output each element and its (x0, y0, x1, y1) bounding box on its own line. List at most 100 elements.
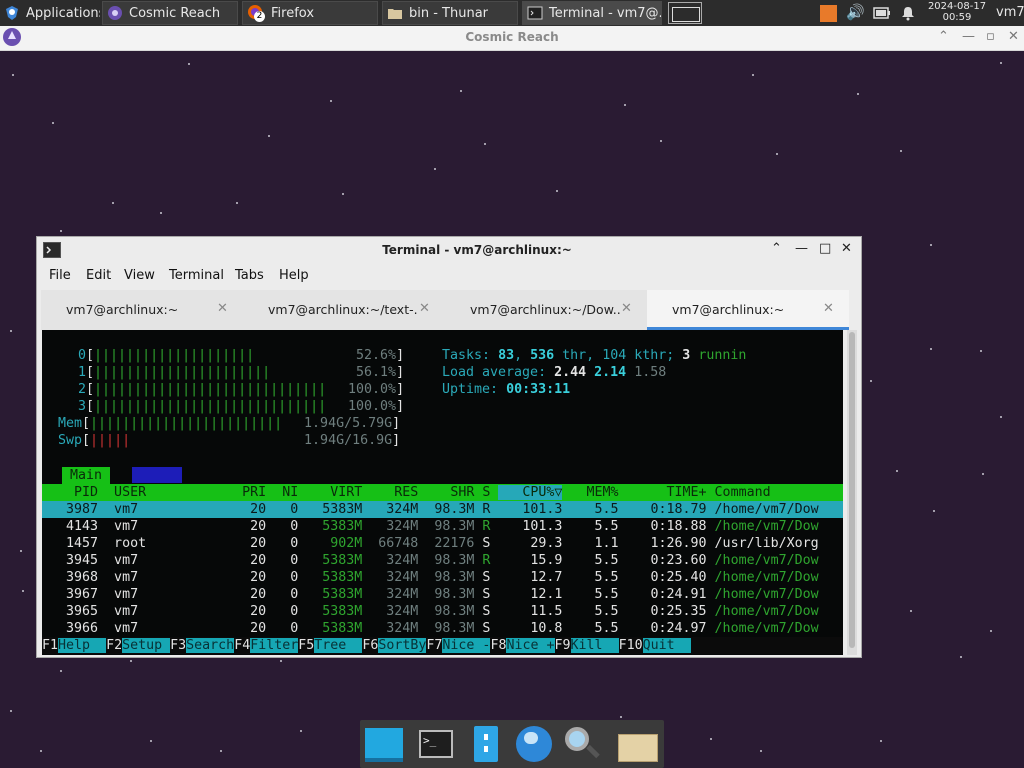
desktop-icon[interactable] (364, 724, 404, 764)
taskbar-item-terminal[interactable]: Terminal - vm7@... (522, 1, 662, 25)
scrollbar-thumb[interactable] (849, 332, 855, 648)
cell-pid: 1457 (42, 536, 99, 551)
cell-pid: 3945 (42, 553, 99, 568)
file-manager-icon[interactable] (466, 724, 506, 764)
taskbar-item-cosmic-reach[interactable]: Cosmic Reach (102, 1, 238, 25)
cpu-meter-2: 2[||||||||||||||||||||||||||||| 100.0%] (78, 382, 405, 397)
fkey-f3-action[interactable]: Search (186, 638, 235, 653)
fkey-f8-action[interactable]: Nice + (506, 638, 555, 653)
process-row[interactable]: 1457 root 20 0 902M 66748 22176 S 29.3 1… (42, 535, 843, 552)
column-header-ni[interactable]: NI (266, 485, 298, 500)
notifications-bell-icon[interactable] (900, 5, 916, 21)
clock[interactable]: 2024-08-17 00:59 (924, 1, 990, 23)
cell-user: root (98, 536, 171, 551)
htop-tab-io[interactable] (132, 467, 182, 483)
column-header-cpu[interactable]: CPU%▽ (498, 485, 563, 500)
process-row[interactable]: 4143 vm7 20 0 5383M 324M 98.3M R 101.3 5… (42, 518, 843, 535)
column-header-s[interactable]: S (474, 485, 498, 500)
maximize-button[interactable]: ▫ (986, 29, 995, 44)
terminal-icon[interactable]: >_ (416, 724, 456, 764)
fkey-f5-action[interactable]: Tree (314, 638, 363, 653)
cell-cpu: 10.8 (498, 621, 563, 636)
menu-help[interactable]: Help (279, 268, 309, 283)
tab-1[interactable]: vm7@archlinux:~ ✕ (41, 290, 243, 330)
minimize-button[interactable]: — (962, 29, 975, 44)
column-header-mem[interactable]: MEM% (562, 485, 618, 500)
taskbar-label: Terminal - vm7@... (549, 5, 662, 21)
cosmic-reach-titlebar[interactable]: Cosmic Reach ⌃ — ▫ ✕ (0, 26, 1024, 51)
terminal-scrollbar[interactable] (847, 330, 857, 655)
terminal-titlebar[interactable]: Terminal - vm7@archlinux:~ ⌃ — □ ✕ (37, 237, 861, 264)
close-button[interactable]: ✕ (841, 241, 852, 256)
column-header-virt[interactable]: VIRT (298, 485, 362, 500)
close-button[interactable]: ✕ (1008, 29, 1019, 44)
cell-user: vm7 (98, 502, 171, 517)
process-table-header[interactable]: PID USER PRI NI VIRT RES SHR S CPU%▽ MEM… (42, 484, 843, 501)
cosmic-reach-tray-icon[interactable] (820, 5, 837, 22)
cell-s: S (474, 570, 499, 585)
process-row[interactable]: 3945 vm7 20 0 5383M 324M 98.3M R 15.9 5.… (42, 552, 843, 569)
htop-tab-main[interactable]: Main (62, 467, 111, 484)
cell-virt: 5383M (298, 587, 363, 602)
applications-menu-button[interactable]: Applications ⋮ (0, 1, 100, 25)
fkey-f10-action[interactable]: Quit (642, 638, 691, 653)
shade-button[interactable]: ⌃ (771, 241, 782, 256)
menu-edit[interactable]: Edit (86, 268, 111, 283)
tab-2[interactable]: vm7@archlinux:~/text-... ✕ (243, 290, 445, 330)
process-row[interactable]: 3968 vm7 20 0 5383M 324M 98.3M S 12.7 5.… (42, 569, 843, 586)
fkey-f7-action[interactable]: Nice - (442, 638, 491, 653)
column-header-pid[interactable]: PID (42, 485, 98, 500)
tab-3[interactable]: vm7@archlinux:~/Dow... ✕ (445, 290, 647, 330)
search-icon[interactable] (562, 724, 602, 764)
tab-close-icon[interactable]: ✕ (621, 301, 632, 316)
tab-4-active[interactable]: vm7@archlinux:~ ✕ (647, 290, 849, 330)
column-header-shr[interactable]: SHR (418, 485, 474, 500)
column-header-time[interactable]: TIME+ (618, 485, 707, 500)
process-row[interactable]: 3967 vm7 20 0 5383M 324M 98.3M S 12.1 5.… (42, 586, 843, 603)
tab-close-icon[interactable]: ✕ (823, 301, 834, 316)
minimize-button[interactable]: — (795, 241, 808, 256)
column-header-res[interactable]: RES (362, 485, 418, 500)
web-browser-icon[interactable] (514, 724, 554, 764)
fkey-f4-action[interactable]: Filter (250, 638, 299, 653)
cell-ni: 0 (266, 604, 299, 619)
column-header-command[interactable]: Command (707, 485, 819, 500)
cell-cpu: 101.3 (498, 519, 563, 534)
terminal-icon (527, 6, 543, 20)
maximize-up-icon[interactable]: ⌃ (938, 29, 949, 44)
workspace-switcher[interactable] (668, 2, 702, 24)
menu-view[interactable]: View (124, 268, 155, 283)
htop-screen[interactable]: 0[|||||||||||||||||||| 52.6%] 1[|||||||||… (42, 330, 843, 655)
volume-icon[interactable]: 🔊 (846, 3, 865, 21)
cell-shr: 98.3M (418, 553, 475, 568)
user-menu[interactable]: vm7 (996, 5, 1024, 20)
fkey-f1-action[interactable]: Help (58, 638, 107, 653)
cell-user: vm7 (98, 570, 171, 585)
cell-mem: 5.5 (562, 553, 619, 568)
taskbar-item-thunar[interactable]: bin - Thunar (382, 1, 518, 25)
tab-close-icon[interactable]: ✕ (217, 301, 228, 316)
cell-time: 0:18.79 (618, 502, 707, 517)
fkey-f2-action[interactable]: Setup (122, 638, 171, 653)
battery-icon[interactable] (873, 7, 891, 19)
taskbar-item-firefox[interactable]: 2 Firefox (242, 1, 378, 25)
menu-terminal[interactable]: Terminal (169, 268, 224, 283)
tab-close-icon[interactable]: ✕ (419, 301, 430, 316)
cell-cmd: /home/vm7/Dow (706, 570, 819, 585)
fkey-f9-action[interactable]: Kill (570, 638, 619, 653)
maximize-button[interactable]: □ (819, 241, 831, 256)
cell-s: S (474, 587, 499, 602)
cpu-meter-3: 3[||||||||||||||||||||||||||||| 100.0%] (78, 399, 405, 414)
function-key-bar: F1Help F2Setup F3SearchF4FilterF5Tree F6… (42, 637, 843, 654)
menu-tabs[interactable]: Tabs (235, 268, 264, 283)
column-header-user[interactable]: USER (98, 485, 170, 500)
cell-cmd: /home/vm7/Dow (706, 502, 819, 517)
fkey-f6-action[interactable]: SortBy (378, 638, 427, 653)
folder-icon[interactable] (616, 724, 658, 764)
column-header-pri[interactable]: PRI (170, 485, 266, 500)
cell-time: 0:25.40 (618, 570, 707, 585)
process-row[interactable]: 3965 vm7 20 0 5383M 324M 98.3M S 11.5 5.… (42, 603, 843, 620)
process-row[interactable]: 3987 vm7 20 0 5383M 324M 98.3M R 101.3 5… (42, 501, 843, 518)
process-row[interactable]: 3966 vm7 20 0 5383M 324M 98.3M S 10.8 5.… (42, 620, 843, 637)
menu-file[interactable]: File (49, 268, 71, 283)
